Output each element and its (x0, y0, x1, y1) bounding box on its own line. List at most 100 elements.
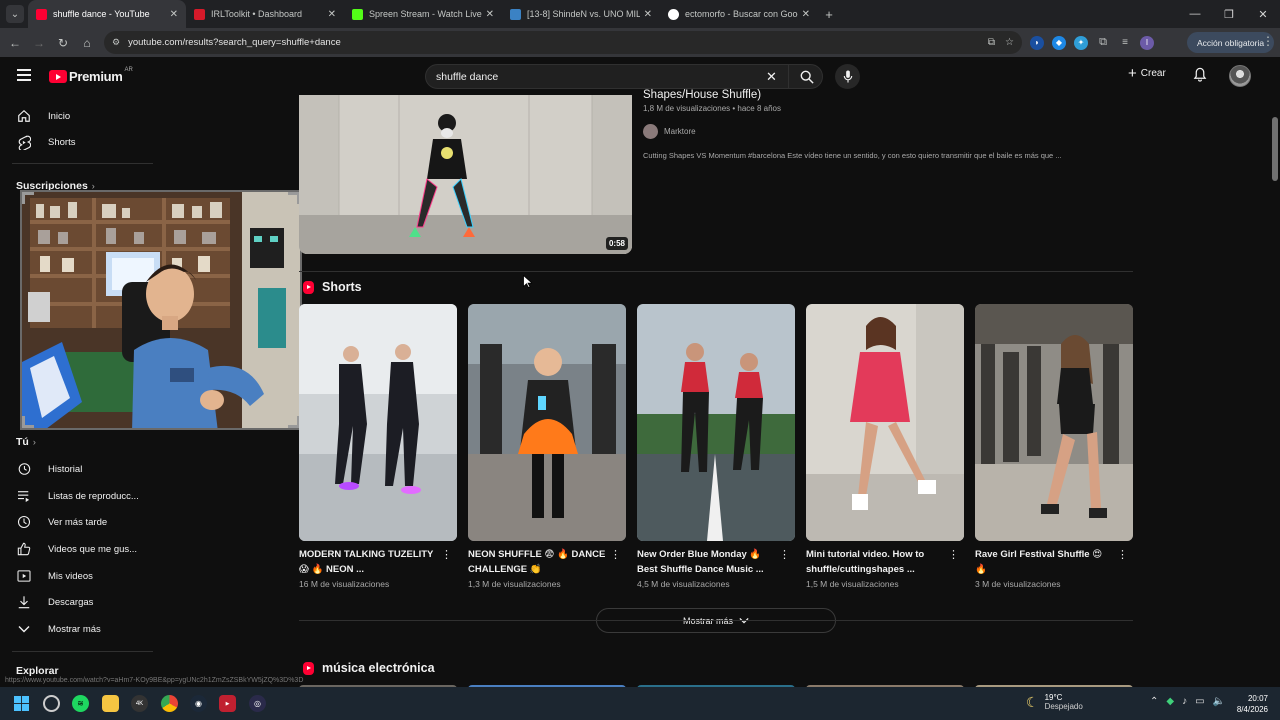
microphone-tray-icon[interactable]: ♪ (1182, 696, 1187, 707)
short-thumbnail[interactable] (468, 304, 626, 541)
browser-tab-irltoolkit[interactable]: IRLToolkit • Dashboard ✕ (186, 0, 344, 28)
site-info-icon[interactable]: ⚙ (112, 37, 120, 48)
short-card[interactable]: New Order Blue Monday 🔥 Best Shuffle Dan… (637, 304, 795, 589)
home-browser-icon[interactable]: ⌂ (75, 36, 99, 50)
short-title[interactable]: Mini tutorial video. How to shuffle/cutt… (806, 547, 944, 577)
extension-audio-icon[interactable]: ◗ (1030, 35, 1044, 50)
short-card[interactable]: Rave Girl Festival Shuffle 😍 🔥 3 M de vi… (975, 304, 1133, 589)
close-window-icon[interactable]: ✕ (1246, 0, 1280, 28)
more-actions-icon[interactable]: ⋮ (1117, 550, 1128, 561)
browser-menu-icon[interactable]: ⋮ (1262, 34, 1274, 48)
tray-app-icon[interactable]: ◆ (1166, 696, 1174, 707)
you-heading[interactable]: Tú › (16, 436, 36, 448)
sidebar-item-my-videos[interactable]: Mis videos (16, 566, 93, 586)
voice-search-button[interactable] (835, 64, 860, 89)
extension-puzzle-color-icon[interactable]: ✦ (1074, 35, 1088, 50)
spotify-icon[interactable]: ≋ (72, 695, 89, 712)
sidebar-item-shorts[interactable]: Shorts (16, 132, 75, 152)
notifications-button[interactable] (1193, 67, 1207, 87)
thumbnail-image (468, 304, 626, 541)
extensions-row: ◗ ◆ ✦ ⧉ ≡ I (1030, 28, 1154, 57)
install-app-icon[interactable]: ⧉ (988, 37, 995, 48)
extension-shield-icon[interactable]: ◆ (1052, 35, 1066, 50)
short-card[interactable]: MODERN TALKING TUZELITY 😱 🔥 NEON ... 16 … (299, 304, 457, 589)
sidebar-item-historial[interactable]: Historial (16, 459, 82, 479)
channel-link[interactable]: Marktore (643, 124, 696, 139)
close-tab-icon[interactable]: ✕ (170, 9, 178, 20)
browser-tab-google[interactable]: ectomorfo - Buscar con Google ✕ (660, 0, 818, 28)
search-button[interactable] (788, 65, 824, 88)
short-title[interactable]: New Order Blue Monday 🔥 Best Shuffle Dan… (637, 547, 775, 577)
more-actions-icon[interactable]: ⋮ (948, 550, 959, 561)
browser-tab-youtube[interactable]: shuffle dance - YouTube ✕ (28, 0, 186, 28)
tray-chevron-icon[interactable]: ⌃ (1150, 696, 1158, 707)
page-scrollbar[interactable] (1270, 95, 1280, 687)
more-actions-icon[interactable]: ⋮ (610, 550, 621, 561)
weather-widget[interactable]: ☾ 19°C Despejado (1026, 693, 1083, 711)
network-icon[interactable]: ▭ (1195, 696, 1204, 707)
short-thumbnail[interactable] (299, 304, 457, 541)
short-card[interactable]: NEON SHUFFLE 😨 🔥 DANCE CHALLENGE 👏 1,3 M… (468, 304, 626, 589)
short-thumbnail[interactable] (975, 304, 1133, 541)
sidebar-item-liked-videos[interactable]: Videos que me gus... (16, 539, 137, 559)
video-duration: 0:58 (605, 237, 628, 250)
sidebar-item-playlists[interactable]: Listas de reproducc... (16, 486, 139, 506)
short-title[interactable]: MODERN TALKING TUZELITY 😱 🔥 NEON ... (299, 547, 437, 577)
new-tab-button[interactable]: + (818, 7, 840, 22)
bookmark-star-icon[interactable]: ☆ (1005, 37, 1014, 48)
tab-search-button[interactable]: ⌄ (6, 5, 24, 23)
video-title[interactable]: Shapes/House Shuffle) (643, 89, 761, 101)
browser-tab-kick[interactable]: Spreen Stream - Watch Live on ✕ (344, 0, 502, 28)
close-tab-icon[interactable]: ✕ (644, 9, 652, 20)
short-thumbnail[interactable] (806, 304, 964, 541)
browser-tab-match[interactable]: [13-8] ShindeN vs. UNO MILLE ✕ (502, 0, 660, 28)
file-explorer-icon[interactable] (102, 695, 119, 712)
clear-search-icon[interactable]: ✕ (766, 69, 777, 85)
sidebar-item-inicio[interactable]: Inicio (16, 106, 70, 126)
windows-start-icon[interactable] (13, 695, 30, 712)
sidebar-item-downloads[interactable]: Descargas (16, 592, 93, 612)
sidebar-item-show-more[interactable]: Mostrar más (16, 619, 101, 639)
system-clock[interactable]: 20:07 8/4/2026 (1232, 693, 1268, 715)
more-actions-icon[interactable]: ⋮ (779, 550, 790, 561)
youtube-premium-logo[interactable]: Premium AR (49, 67, 133, 84)
search-input[interactable]: shuffle dance (436, 71, 498, 83)
close-tab-icon[interactable]: ✕ (328, 9, 336, 20)
reload-icon[interactable]: ↻ (51, 36, 75, 50)
sidebar-item-watch-later[interactable]: Ver más tarde (16, 512, 107, 532)
close-tab-icon[interactable]: ✕ (802, 9, 810, 20)
clock-time: 20:07 (1247, 694, 1268, 703)
steam-icon[interactable]: ◉ (190, 695, 207, 712)
streaming-app-icon[interactable]: ▶ (219, 695, 236, 712)
volume-icon[interactable]: 🔈 (1213, 696, 1225, 707)
chrome-icon[interactable] (161, 695, 178, 712)
url-bar[interactable]: ⚙ youtube.com/results?search_query=shuff… (104, 31, 1022, 54)
hamburger-menu-icon[interactable] (17, 69, 31, 81)
forward-icon[interactable]: → (27, 36, 51, 50)
sidebar-divider (12, 163, 153, 164)
create-button[interactable]: + Crear (1128, 64, 1166, 82)
thumbnail-image (975, 304, 1133, 541)
minimize-icon[interactable]: — (1178, 0, 1212, 28)
plus-icon: + (1128, 64, 1137, 82)
profile-avatar-icon[interactable]: I (1140, 35, 1154, 50)
restore-icon[interactable]: ❐ (1212, 0, 1246, 28)
short-title[interactable]: Rave Girl Festival Shuffle 😍 🔥 (975, 547, 1113, 577)
reading-list-icon[interactable]: ≡ (1118, 36, 1132, 50)
discord-like-icon[interactable]: ◎ (249, 695, 266, 712)
obs-icon[interactable] (43, 695, 60, 712)
url-text: youtube.com/results?search_query=shuffle… (128, 37, 341, 48)
more-actions-icon[interactable]: ⋮ (441, 550, 452, 561)
short-card[interactable]: Mini tutorial video. How to shuffle/cutt… (806, 304, 964, 589)
short-title[interactable]: NEON SHUFFLE 😨 🔥 DANCE CHALLENGE 👏 (468, 547, 606, 577)
video-thumbnail[interactable]: 0:58 (299, 95, 632, 254)
4k-app-icon[interactable]: 4K (131, 695, 148, 712)
account-avatar[interactable] (1229, 65, 1251, 87)
close-tab-icon[interactable]: ✕ (486, 9, 494, 20)
section-divider (299, 271, 1133, 272)
scrollbar-thumb[interactable] (1272, 117, 1278, 181)
extensions-puzzle-icon[interactable]: ⧉ (1096, 36, 1110, 50)
back-icon[interactable]: ← (3, 36, 27, 50)
short-thumbnail[interactable] (637, 304, 795, 541)
search-box[interactable]: shuffle dance ✕ (425, 64, 823, 89)
